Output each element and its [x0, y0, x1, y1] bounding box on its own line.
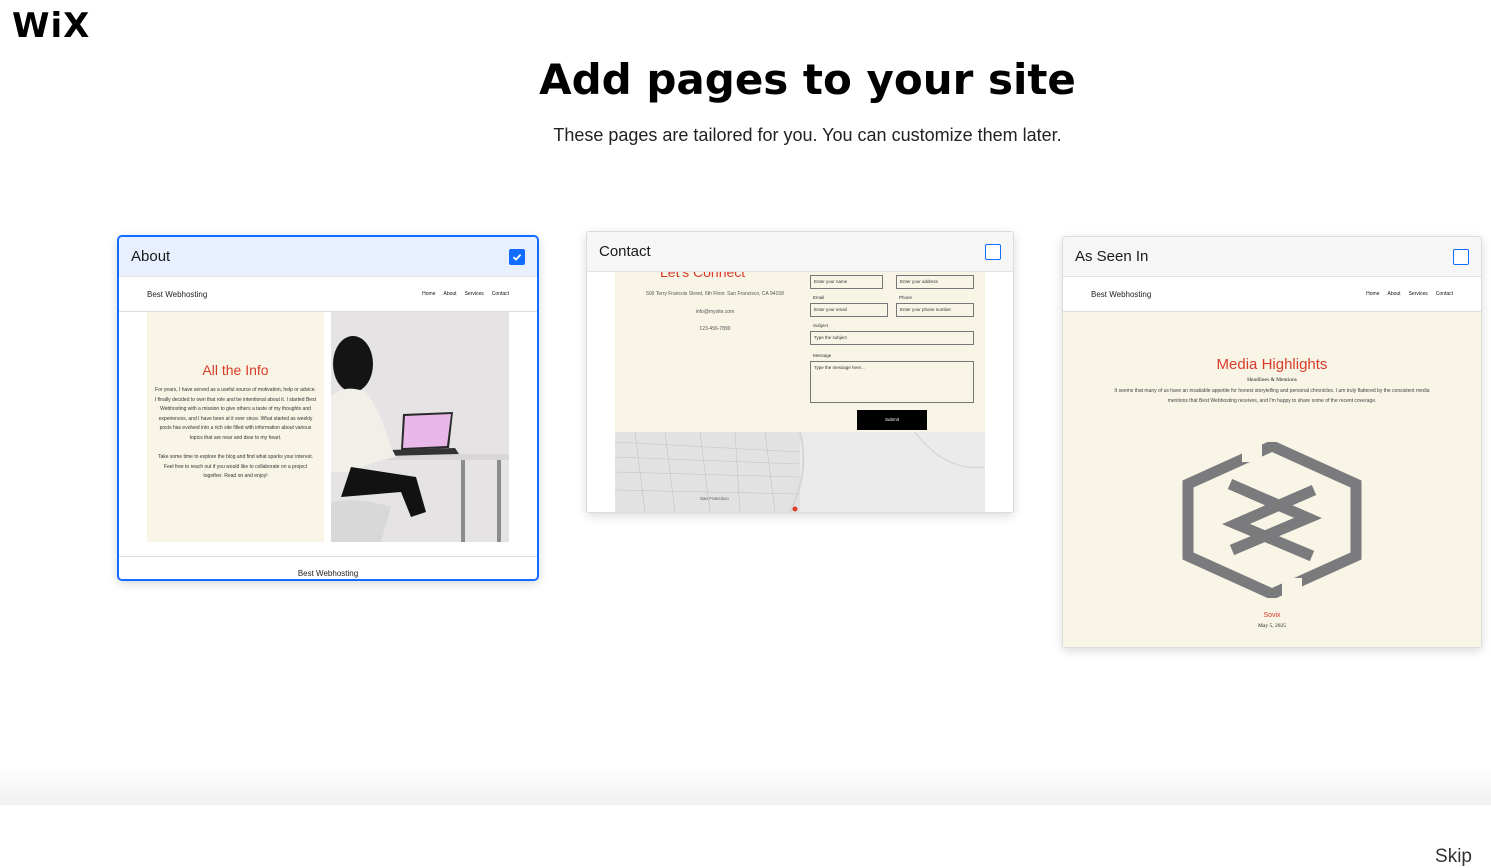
- preview-map-label: San Francisco: [700, 496, 729, 501]
- preview-input-subject: Type the subject: [810, 331, 974, 345]
- preview-menu-item: Services: [464, 291, 484, 297]
- page-card-label: About: [131, 248, 171, 265]
- preview-address: 500 Terry Francois Street, 6th Floor. Sa…: [646, 291, 784, 297]
- preview-menu-item: Home: [1366, 291, 1380, 297]
- preview-site-nav: Best Webhosting Home About Services Cont…: [1063, 277, 1481, 312]
- preview-site-name: Best Webhosting: [147, 289, 208, 299]
- page-card-contact[interactable]: Contact Let's Connect 500 Terry Francois…: [586, 231, 1014, 513]
- preview-site-name: Best Webhosting: [1091, 289, 1152, 299]
- preview-email: info@mysite.com: [695, 309, 735, 315]
- page-card-as-seen-in[interactable]: As Seen In Best Webhosting Home About Se…: [1062, 236, 1482, 648]
- sovix-logo-icon: [1182, 442, 1362, 598]
- page-checkbox-contact[interactable]: [985, 243, 1001, 260]
- preview-date: May 5, 2025: [1258, 623, 1286, 629]
- page-card-header: About: [119, 237, 537, 277]
- page-preview-as-seen-in: Best Webhosting Home About Services Cont…: [1063, 277, 1481, 647]
- preview-heading: Let's Connect: [660, 272, 746, 280]
- preview-menu-item: Home: [422, 291, 436, 297]
- preview-logo-name: Sovix: [1263, 612, 1281, 619]
- page-card-header: Contact: [587, 232, 1013, 272]
- preview-phone: 123-456-7890: [699, 326, 731, 332]
- preview-menu-item: Contact: [491, 291, 509, 297]
- preview-menu: Home About Services Contact: [422, 291, 509, 297]
- page-checkbox-about[interactable]: [509, 248, 525, 265]
- page-card-header: As Seen In: [1063, 237, 1481, 277]
- page-preview-contact: Let's Connect 500 Terry Francois Street,…: [587, 272, 1013, 512]
- wix-logo: WiX: [12, 6, 91, 46]
- page-card-label: Contact: [599, 243, 651, 260]
- preview-paragraph: For years, I have served as a useful sou…: [155, 387, 316, 441]
- footer-band: [0, 765, 1491, 805]
- page-card-label: As Seen In: [1075, 248, 1149, 265]
- preview-menu-item: Services: [1408, 291, 1428, 297]
- preview-submit-button: Submit: [857, 410, 927, 430]
- preview-input-message: Type the message here...: [810, 361, 974, 403]
- preview-paragraph: It seems that many of us have an insatia…: [1114, 388, 1430, 404]
- preview-photo: [331, 312, 509, 542]
- preview-heading: Media Highlights: [1216, 356, 1328, 373]
- page-card-about[interactable]: About Best Webhosting Home About Service…: [117, 235, 539, 581]
- preview-footer-name: Best Webhosting: [297, 569, 359, 578]
- street-map-image: [615, 432, 985, 512]
- preview-footer: Best Webhosting: [119, 556, 537, 579]
- page-subtitle: These pages are tailored for you. You ca…: [553, 125, 1062, 145]
- preview-label-email: Email: [813, 295, 825, 300]
- page-preview-about: Best Webhosting Home About Services Cont…: [119, 277, 537, 579]
- skip-button[interactable]: Skip: [1435, 846, 1472, 868]
- checkmark-icon: [512, 253, 522, 261]
- preview-input-address: Enter your address: [896, 275, 974, 289]
- preview-input-phone: Enter your phone number: [896, 303, 974, 317]
- preview-input-name: Enter your name: [810, 275, 883, 289]
- preview-menu-item: About: [443, 291, 457, 297]
- preview-menu-item: Contact: [1435, 291, 1453, 297]
- preview-heading: All the Info: [202, 362, 269, 378]
- preview-label-phone: Phone: [899, 295, 913, 300]
- page-checkbox-as-seen-in[interactable]: [1453, 248, 1469, 265]
- preview-media-block: Media Highlights Headlines & Mentions It…: [1063, 312, 1481, 647]
- preview-menu: Home About Services Contact: [1366, 291, 1453, 297]
- preview-subheading: Headlines & Mentions: [1247, 377, 1297, 383]
- preview-contact-block: Let's Connect 500 Terry Francois Street,…: [615, 272, 985, 432]
- preview-label-subject: Subject: [813, 323, 829, 328]
- preview-label-message: Message: [813, 353, 832, 358]
- preview-input-email: Enter your email: [810, 303, 888, 317]
- preview-info-block: All the Info For years, I have served as…: [147, 312, 324, 542]
- page-title: Add pages to your site: [539, 55, 1076, 104]
- preview-menu-item: About: [1387, 291, 1401, 297]
- preview-paragraph: Take some time to explore the blog and f…: [157, 454, 314, 479]
- person-at-laptop-image: [331, 312, 509, 542]
- preview-site-nav: Best Webhosting Home About Services Cont…: [119, 277, 537, 312]
- preview-map: San Francisco: [615, 432, 985, 512]
